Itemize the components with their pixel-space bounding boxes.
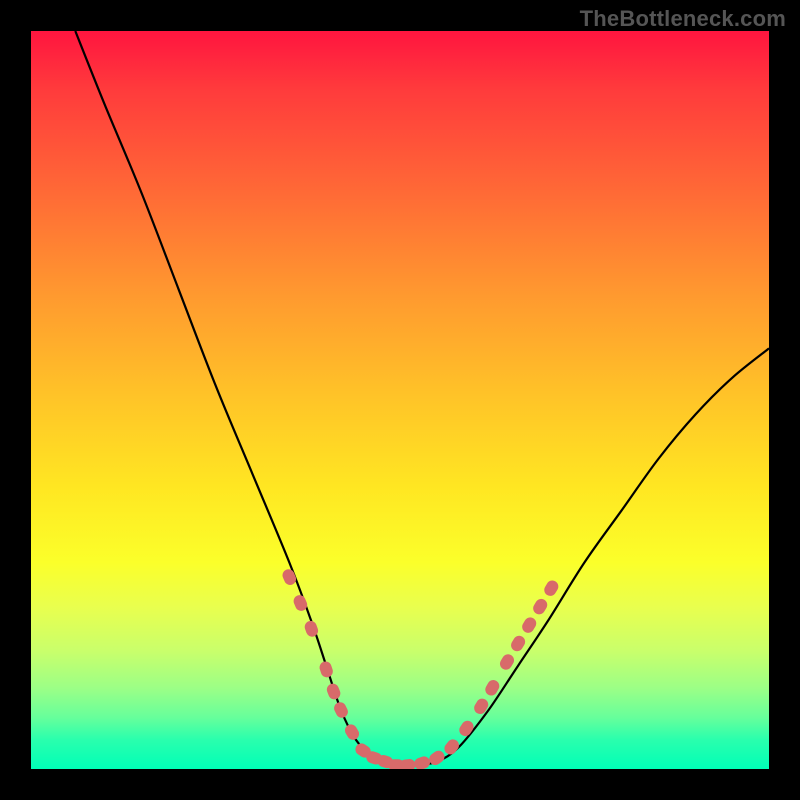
curve-marker <box>281 567 298 586</box>
curve-marker <box>472 696 491 716</box>
curve-marker <box>531 597 550 617</box>
curve-marker <box>442 737 461 757</box>
plot-area <box>31 31 769 769</box>
attribution-text: TheBottleneck.com <box>580 6 786 32</box>
curve-marker <box>457 718 476 738</box>
curve-marker <box>399 758 417 769</box>
curve-svg <box>31 31 769 769</box>
curve-marker <box>520 615 539 635</box>
curve-marker <box>343 722 362 742</box>
curve-marker <box>413 755 432 769</box>
curve-marker <box>542 578 561 598</box>
curve-marker <box>332 700 350 720</box>
chart-frame: TheBottleneck.com <box>0 0 800 800</box>
curve-marker <box>325 682 342 701</box>
curve-marker <box>318 660 334 679</box>
curve-marker <box>509 634 528 654</box>
marker-group <box>281 567 561 769</box>
curve-marker <box>498 652 517 672</box>
bottleneck-curve-path <box>75 31 769 766</box>
